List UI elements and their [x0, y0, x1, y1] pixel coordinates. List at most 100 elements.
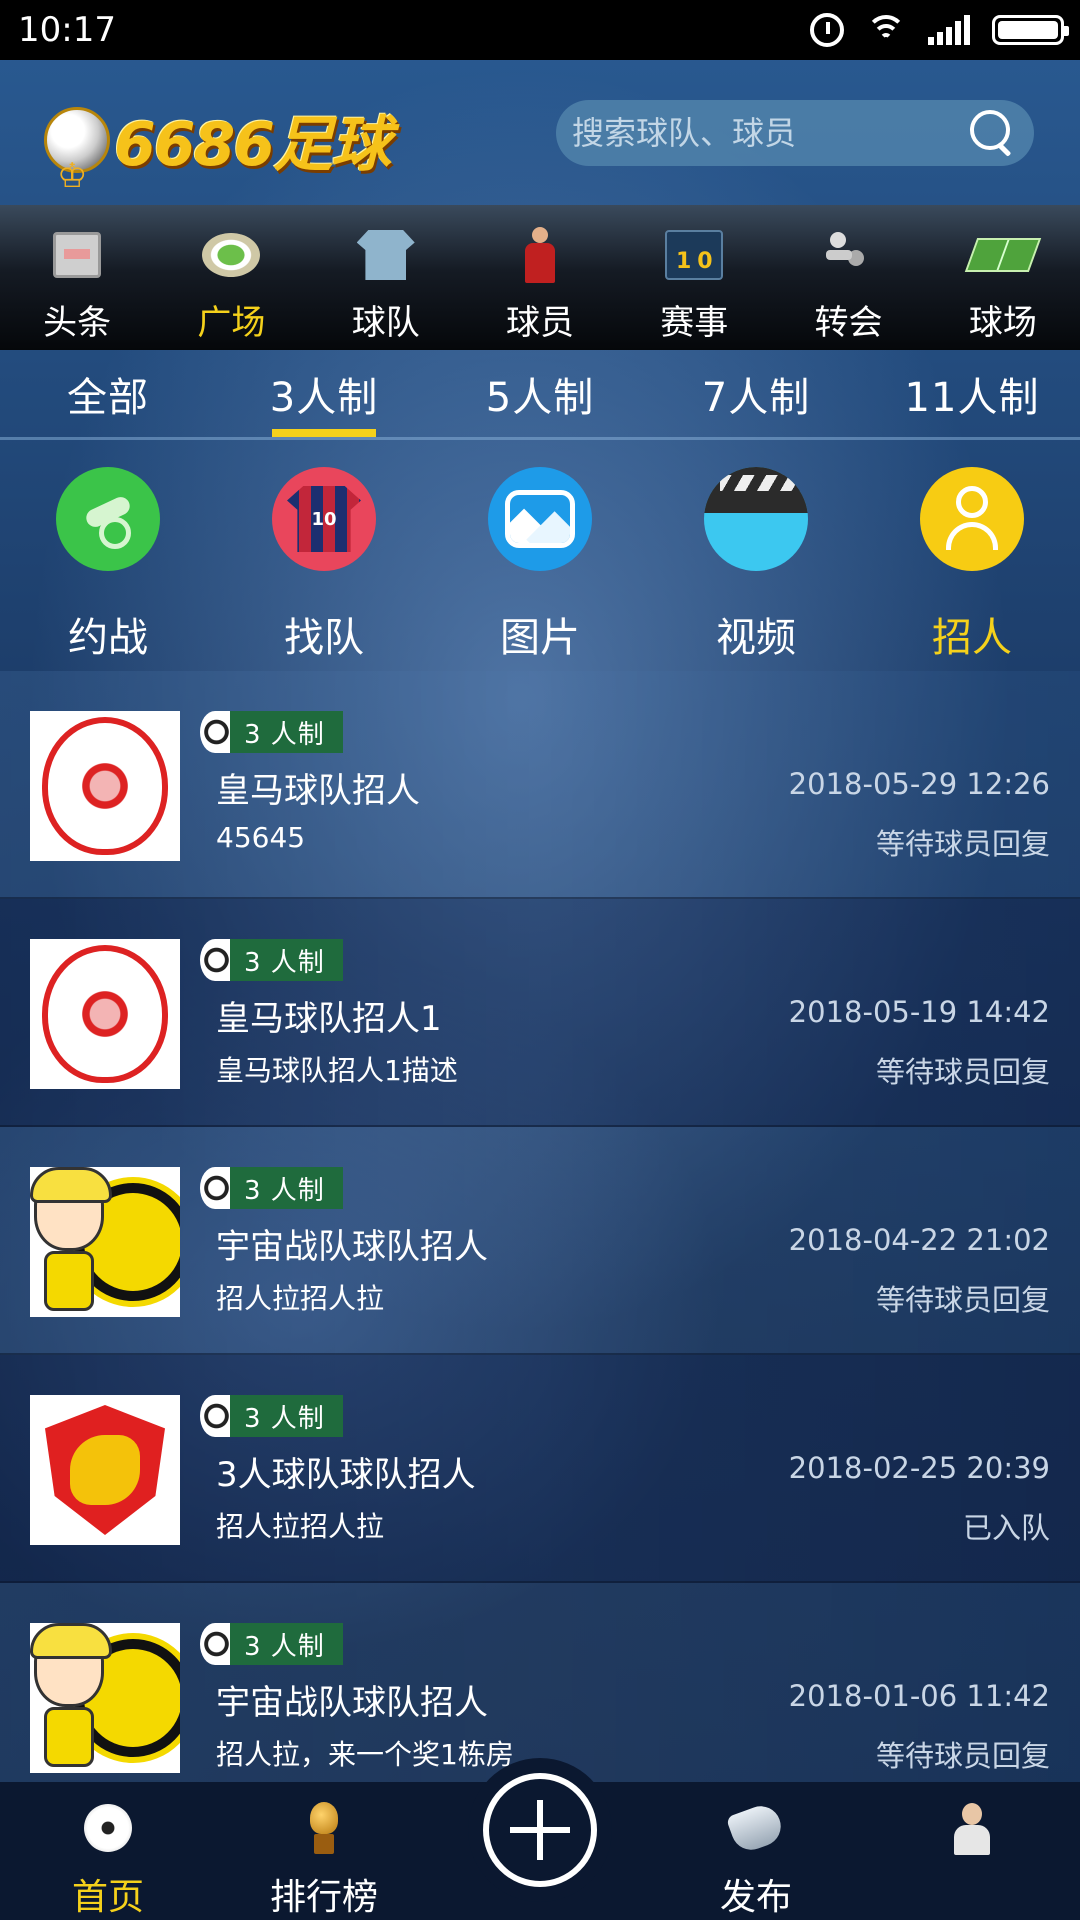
post-date: 2018-05-29 12:26 — [788, 767, 1050, 801]
post-description: 招人拉招人拉 — [216, 1282, 385, 1315]
tab-11-a-side[interactable]: 11人制 — [864, 350, 1080, 437]
nav-leaderboard[interactable]: 排行榜 — [216, 1782, 432, 1920]
jersey-icon — [356, 230, 415, 280]
tab-3-a-side[interactable]: 3人制 — [216, 350, 432, 437]
action-challenge[interactable]: 约战 — [0, 443, 216, 671]
photo-icon — [505, 490, 575, 548]
header: 6686足球 — [0, 60, 1080, 205]
action-circle — [488, 467, 592, 571]
category-nav: 头条 广场 球队 球员 10 赛事 转会 球场 — [0, 205, 1080, 350]
format-tag: 3 人制 — [200, 939, 343, 981]
list-item[interactable]: 3 人制 3人球队球队招人 招人拉招人拉 2018-02-25 20:39 已入… — [0, 1355, 1080, 1583]
post-description: 45645 — [216, 821, 306, 854]
news-icon — [53, 232, 102, 278]
post-date: 2018-02-25 20:39 — [788, 1451, 1050, 1485]
post-title: 皇马球队招人1 — [216, 999, 442, 1039]
action-find-team[interactable]: 10 找队 — [216, 443, 432, 671]
recruit-list: 3 人制 皇马球队招人 45645 2018-05-29 12:26 等待球员回… — [0, 671, 1080, 1782]
team-crest — [30, 1623, 180, 1773]
status-icons — [810, 13, 1069, 47]
plus-icon — [483, 1773, 597, 1887]
list-item[interactable]: 3 人制 皇马球队招人1 皇马球队招人1描述 2018-05-19 14:42 … — [0, 899, 1080, 1127]
cartoon-bvb-crest-icon — [30, 1167, 180, 1317]
category-transfers[interactable]: 转会 — [771, 205, 925, 350]
post-description: 招人拉，来一个奖1栋房 — [216, 1738, 514, 1771]
guangzhou-crest-icon — [45, 1405, 165, 1535]
pitch-icon — [964, 238, 1042, 272]
tag-label: 3 人制 — [230, 939, 343, 981]
team-crest — [30, 939, 180, 1089]
post-title: 3人球队球队招人 — [216, 1455, 476, 1495]
post-description: 招人拉招人拉 — [216, 1510, 385, 1543]
tab-7-a-side[interactable]: 7人制 — [648, 350, 864, 437]
tag-label: 3 人制 — [230, 1167, 343, 1209]
team-crest — [30, 711, 180, 861]
action-circle: 10 — [272, 467, 376, 571]
bottom-nav: 首页 排行榜 发布 — [0, 1758, 1080, 1920]
stadium-icon — [202, 233, 261, 277]
battery-icon — [992, 15, 1069, 45]
ball-icon — [84, 1804, 132, 1852]
search-bar[interactable] — [556, 100, 1034, 166]
action-label: 招人 — [932, 615, 1012, 661]
app-logo: 6686足球 — [44, 96, 391, 196]
clapperboard-icon — [704, 467, 808, 513]
category-matches[interactable]: 10 赛事 — [617, 205, 771, 350]
post-status: 等待球员回复 — [875, 827, 1050, 861]
logo-text: 6686足球 — [114, 110, 391, 180]
ball-icon — [200, 939, 230, 981]
ball-icon — [200, 1167, 230, 1209]
list-item[interactable]: 3 人制 宇宙战队球队招人 招人拉，来一个奖1栋房 2018-01-06 11:… — [0, 1583, 1080, 1782]
category-news[interactable]: 头条 — [0, 205, 154, 350]
phoenix-crest-icon — [42, 717, 168, 855]
tag-label: 3 人制 — [230, 1395, 343, 1437]
alarm-icon — [810, 13, 844, 47]
profile-icon — [952, 1803, 992, 1855]
nav-profile[interactable] — [864, 1782, 1080, 1920]
ball-icon — [200, 1395, 230, 1437]
player-icon — [523, 227, 557, 283]
search-input[interactable] — [572, 114, 952, 152]
post-status: 等待球员回复 — [875, 1055, 1050, 1089]
team-crest — [30, 1395, 180, 1545]
nav-publish[interactable]: 发布 — [648, 1782, 864, 1920]
tab-5-a-side[interactable]: 5人制 — [432, 350, 648, 437]
tab-all[interactable]: 全部 — [0, 350, 216, 437]
list-item[interactable]: 3 人制 皇马球队招人 45645 2018-05-29 12:26 等待球员回… — [0, 671, 1080, 899]
signal-icon — [928, 15, 970, 45]
action-videos[interactable]: 视频 — [648, 443, 864, 671]
action-recruit[interactable]: 招人 — [864, 443, 1080, 671]
format-tabs: 全部 3人制 5人制 7人制 11人制 — [0, 350, 1080, 440]
phoenix-crest-icon — [42, 945, 168, 1083]
quick-actions: 约战 10 找队 图片 视频 招人 — [0, 443, 1080, 671]
category-label: 赛事 — [660, 303, 729, 343]
format-tag: 3 人制 — [200, 1623, 343, 1665]
logo-ball-icon — [44, 106, 110, 196]
nav-label: 首页 — [71, 1877, 144, 1918]
post-status: 等待球员回复 — [875, 1283, 1050, 1317]
cartoon-bvb-crest-icon — [30, 1623, 180, 1773]
ball-icon — [200, 711, 230, 753]
category-teams[interactable]: 球队 — [309, 205, 463, 350]
status-time: 10:17 — [18, 10, 116, 50]
action-photos[interactable]: 图片 — [432, 443, 648, 671]
tag-label: 3 人制 — [230, 711, 343, 753]
nav-home[interactable]: 首页 — [0, 1782, 216, 1920]
search-icon[interactable] — [966, 108, 1016, 158]
action-circle — [920, 467, 1024, 571]
status-bar: 10:17 — [0, 0, 1080, 60]
category-label: 球员 — [505, 303, 574, 343]
category-pitches[interactable]: 球场 — [926, 205, 1080, 350]
action-circle — [704, 467, 808, 571]
ball-icon — [200, 1623, 230, 1665]
category-label: 球队 — [351, 303, 420, 343]
action-label: 找队 — [284, 615, 364, 661]
category-players[interactable]: 球员 — [463, 205, 617, 350]
post-date: 2018-04-22 21:02 — [788, 1223, 1050, 1257]
add-button[interactable] — [468, 1758, 612, 1902]
cannon-icon — [79, 499, 137, 549]
category-label: 头条 — [43, 303, 112, 343]
format-tag: 3 人制 — [200, 1395, 343, 1437]
list-item[interactable]: 3 人制 宇宙战队球队招人 招人拉招人拉 2018-04-22 21:02 等待… — [0, 1127, 1080, 1355]
category-plaza[interactable]: 广场 — [154, 205, 308, 350]
